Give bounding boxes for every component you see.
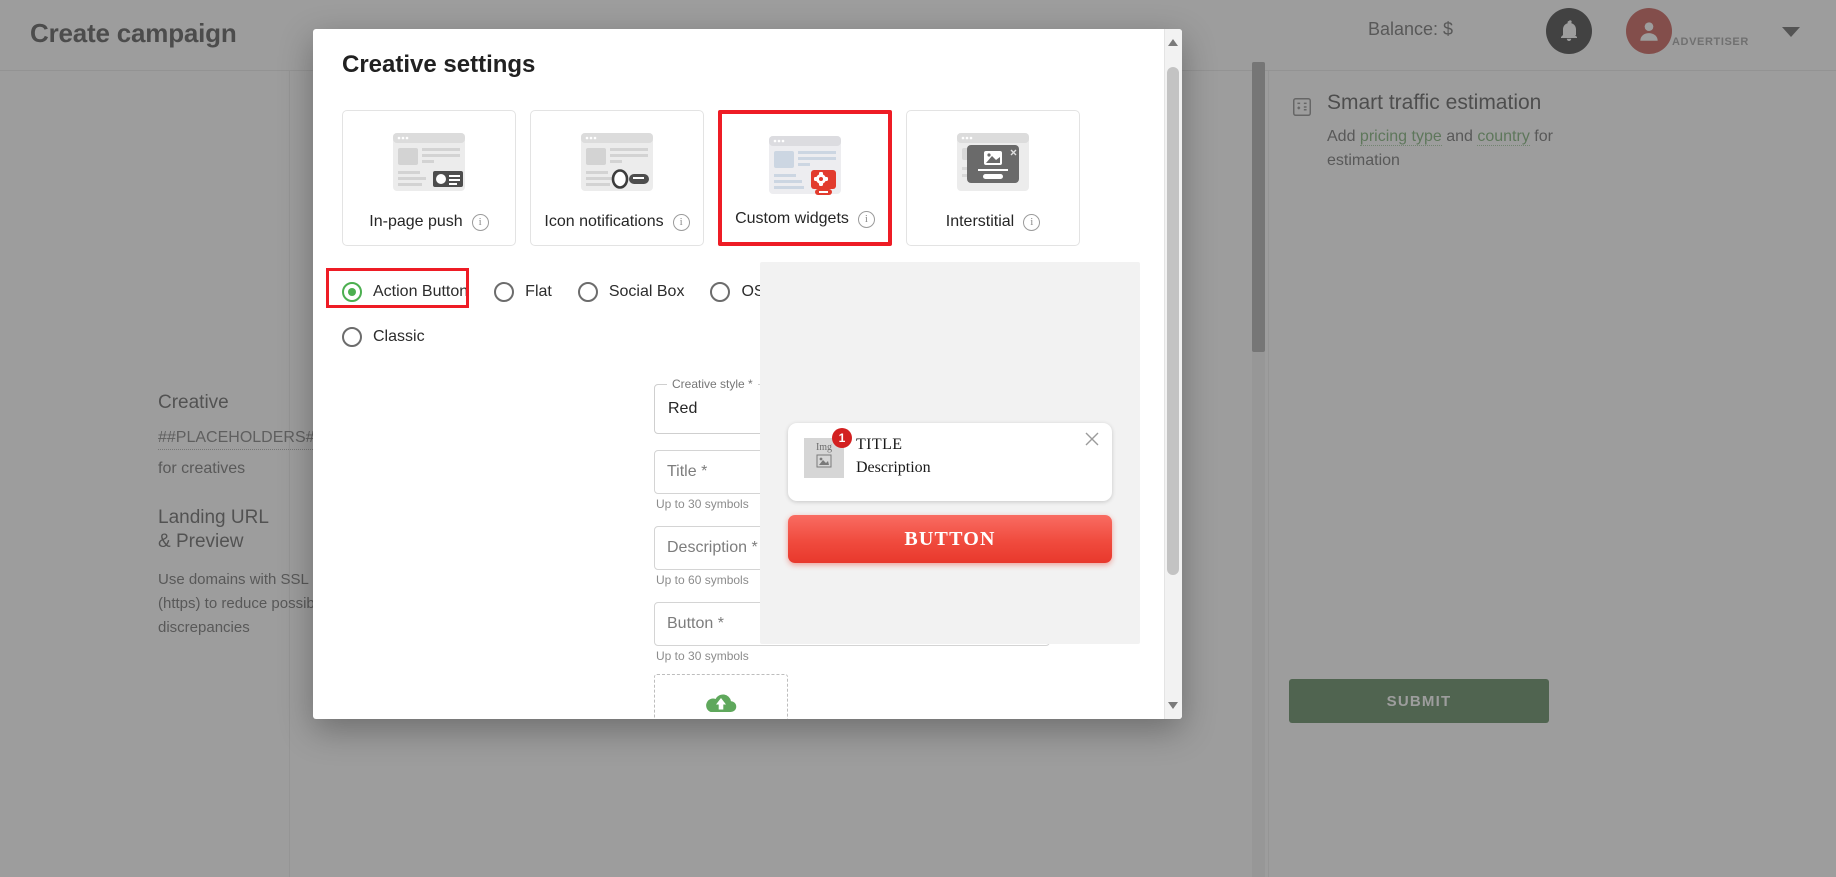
creative-type-label: Icon notifications	[544, 213, 663, 231]
radio-label-classic: Classic	[373, 328, 425, 346]
creative-type-card-interstitial[interactable]: Interstitial i	[906, 110, 1080, 246]
creative-style-legend: Creative style *	[667, 377, 758, 391]
creative-style-value: Red	[668, 400, 697, 418]
radio-classic[interactable]	[342, 327, 362, 347]
scroll-down-arrow-icon[interactable]	[1167, 699, 1179, 711]
icon-notifications-thumb-icon	[571, 127, 663, 201]
creative-type-card-in-page-push[interactable]: In-page push i	[342, 110, 516, 246]
creative-type-card-icon-notifications[interactable]: Icon notifications i	[530, 110, 704, 246]
info-icon[interactable]: i	[1023, 214, 1040, 231]
preview-badge: 1	[832, 428, 852, 448]
radio-os-box[interactable]	[710, 282, 730, 302]
preview-action-button[interactable]: BUTTON	[788, 515, 1112, 563]
radio-flat[interactable]	[494, 282, 514, 302]
widget-style-radio-group: Action Button Flat Social Box OS Box Cla…	[342, 282, 802, 347]
image-upload-dropzone[interactable]: 192*192	[654, 674, 788, 719]
scroll-up-arrow-icon[interactable]	[1167, 37, 1179, 49]
creative-type-label: Custom widgets	[735, 210, 849, 228]
description-placeholder: Description *	[667, 539, 758, 557]
title-hint: Up to 30 symbols	[656, 497, 749, 511]
info-icon[interactable]: i	[673, 214, 690, 231]
button-hint: Up to 30 symbols	[656, 649, 749, 663]
radio-action-button[interactable]	[342, 282, 362, 302]
custom-widgets-thumb-icon	[759, 130, 851, 204]
creative-settings-dialog: Creative settings In-page push i	[313, 29, 1182, 719]
radio-label-flat: Flat	[525, 283, 552, 301]
button-placeholder: Button *	[667, 615, 724, 633]
radio-label-action-button: Action Button	[373, 283, 468, 301]
dialog-scrollbar-track[interactable]	[1164, 29, 1182, 719]
creative-type-label: In-page push	[369, 213, 462, 231]
creative-type-label: Interstitial	[946, 213, 1014, 231]
creative-type-cards: In-page push i Icon notifica	[342, 110, 1080, 246]
dialog-title: Creative settings	[342, 51, 535, 79]
preview-notification-card: Img 1 TITLE Description	[788, 423, 1112, 501]
interstitial-thumb-icon	[947, 127, 1039, 201]
image-icon	[816, 454, 832, 468]
radio-label-social-box: Social Box	[609, 283, 685, 301]
close-icon[interactable]	[1084, 431, 1100, 447]
description-hint: Up to 60 symbols	[656, 573, 749, 587]
cloud-upload-icon	[704, 691, 738, 715]
title-placeholder: Title *	[667, 463, 707, 481]
info-icon[interactable]: i	[472, 214, 489, 231]
preview-title: TITLE	[856, 436, 902, 454]
dialog-scrollbar-thumb[interactable]	[1167, 67, 1179, 575]
creative-type-card-custom-widgets[interactable]: Custom widgets i	[718, 110, 892, 246]
creative-preview: Img 1 TITLE Description BUTTON	[760, 262, 1140, 644]
radio-social-box[interactable]	[578, 282, 598, 302]
info-icon[interactable]: i	[858, 211, 875, 228]
preview-description: Description	[856, 459, 931, 477]
in-page-push-thumb-icon	[383, 127, 475, 201]
